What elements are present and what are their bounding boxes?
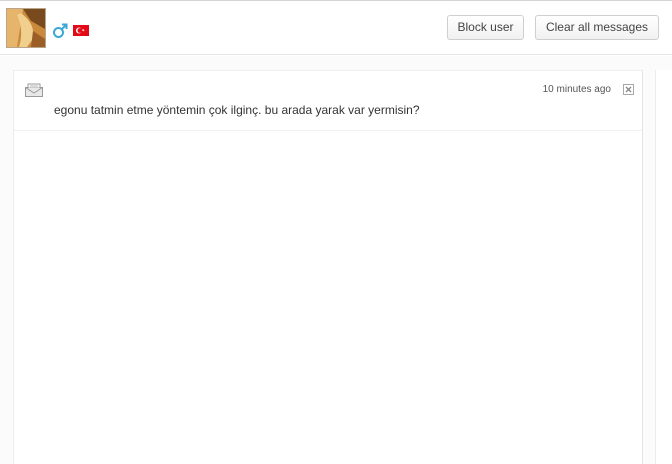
envelope-icon [25, 83, 43, 97]
user-avatar[interactable] [6, 8, 46, 48]
list-item: 10 minutes ago egonu tatmin etme yöntemi… [14, 71, 642, 131]
block-user-button[interactable]: Block user [447, 15, 524, 40]
conversation-header: Block user Clear all messages [0, 0, 672, 55]
male-symbol-icon [53, 23, 68, 38]
clear-all-messages-button[interactable]: Clear all messages [535, 15, 659, 40]
message-timestamp: 10 minutes ago [542, 84, 611, 95]
turkey-flag-icon [73, 25, 89, 36]
scrollbar[interactable] [655, 70, 672, 464]
close-icon[interactable] [623, 84, 634, 95]
message-text: egonu tatmin etme yöntemin çok ilginç. b… [54, 103, 420, 117]
message-list: 10 minutes ago egonu tatmin etme yöntemi… [13, 70, 643, 464]
messages-area: 10 minutes ago egonu tatmin etme yöntemi… [0, 56, 672, 464]
